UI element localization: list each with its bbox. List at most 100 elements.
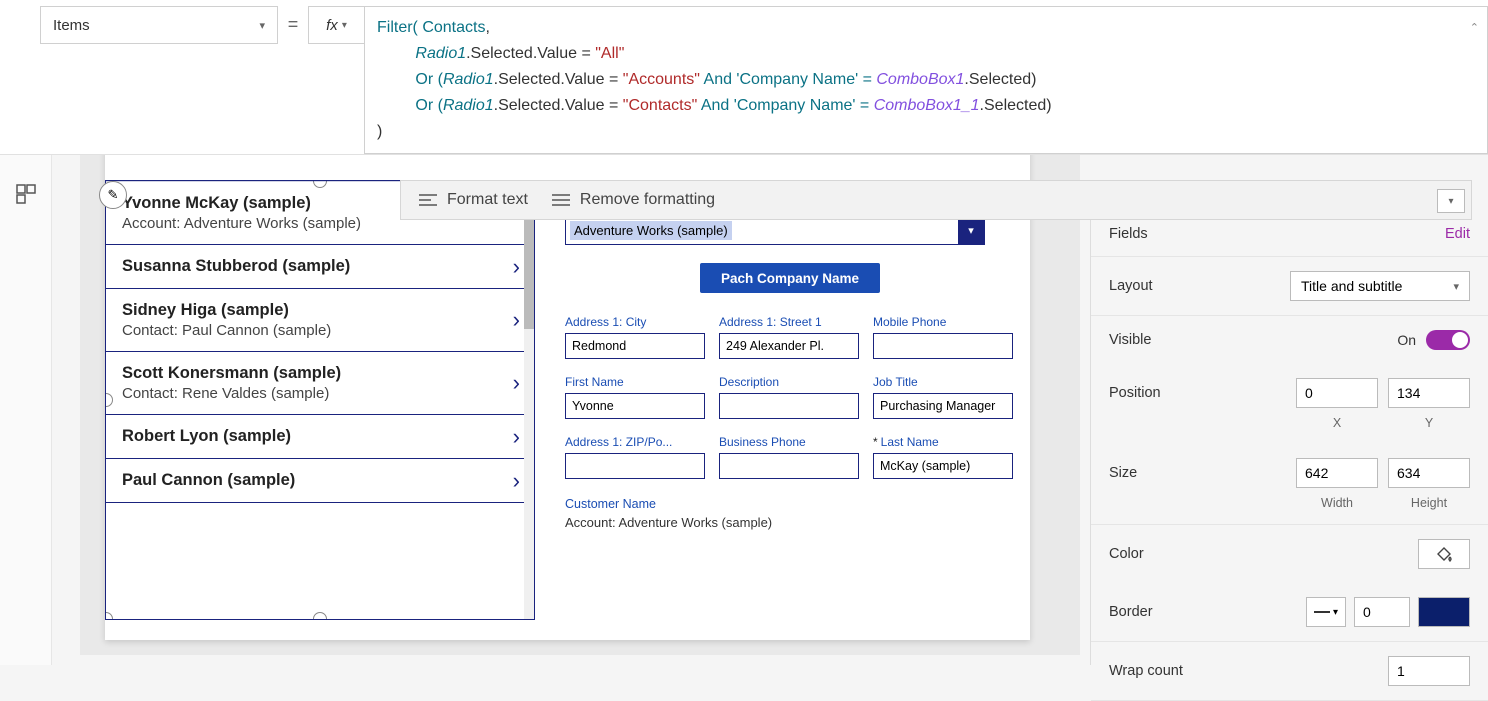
chevron-right-icon: ›: [513, 468, 520, 494]
field-first-name: First Name: [565, 375, 705, 419]
field-label: Address 1: Street 1: [719, 315, 859, 329]
last-name-input[interactable]: [873, 453, 1013, 479]
formula-format-bar: Format text Remove formatting ▾: [400, 180, 1472, 220]
gallery-control[interactable]: Yvonne McKay (sample)Account: Adventure …: [105, 180, 535, 620]
chevron-down-icon: ▾: [1453, 280, 1459, 293]
list-item[interactable]: Scott Konersmann (sample) Contact: Rene V…: [106, 352, 534, 415]
remove-formatting-icon: [552, 193, 570, 207]
field-label: Address 1: City: [565, 315, 705, 329]
mobile-input[interactable]: [873, 333, 1013, 359]
field-label: Business Phone: [719, 435, 859, 449]
list-item-title: Sidney Higa (sample): [122, 301, 494, 320]
formula-bar-expand-dropdown[interactable]: ▾: [1437, 189, 1465, 213]
scrollbar-track[interactable]: [524, 181, 534, 619]
edit-fields-link[interactable]: Edit: [1445, 226, 1470, 242]
formula-bar: Items ▾ = fx ▾ Filter( Contacts, Radio1.…: [0, 0, 1488, 155]
layout-dropdown[interactable]: Title and subtitle ▾: [1290, 271, 1470, 301]
x-sublabel: X: [1296, 416, 1378, 430]
field-mobile: Mobile Phone: [873, 315, 1013, 359]
chevron-right-icon: ›: [513, 370, 520, 396]
first-name-input[interactable]: [565, 393, 705, 419]
prop-label: Fields: [1109, 226, 1148, 242]
description-input[interactable]: [719, 393, 859, 419]
selection-handle[interactable]: [105, 612, 113, 620]
chevron-down-icon: ▾: [342, 20, 347, 31]
app-preview: All Accounts Contacts ✎ Yvonne McKay (sa…: [105, 95, 1030, 640]
border-style-dropdown[interactable]: ▾: [1306, 597, 1346, 627]
selection-handle[interactable]: [313, 612, 327, 620]
prop-visible: Visible On: [1091, 316, 1488, 364]
combobox-value: Adventure Works (sample): [570, 221, 732, 240]
field-job-title: Job Title: [873, 375, 1013, 419]
list-item[interactable]: Sidney Higa (sample)Contact: Paul Cannon…: [106, 289, 534, 352]
edit-pencil-icon[interactable]: ✎: [99, 181, 127, 209]
chevron-right-icon: ›: [513, 307, 520, 333]
fx-button[interactable]: fx ▾: [308, 6, 364, 44]
visible-toggle[interactable]: [1426, 330, 1470, 350]
format-text-button[interactable]: Format text: [419, 191, 528, 209]
border-width-input[interactable]: [1354, 597, 1410, 627]
list-item[interactable]: Susanna Stubberod (sample) ›: [106, 245, 534, 289]
prop-label: Size: [1109, 465, 1137, 481]
list-item[interactable]: Robert Lyon (sample) ›: [106, 415, 534, 459]
remove-formatting-label: Remove formatting: [580, 191, 715, 209]
list-item-title: Paul Cannon (sample): [122, 471, 494, 490]
property-dropdown[interactable]: Items ▾: [40, 6, 278, 44]
customer-name-value: Account: Adventure Works (sample): [565, 515, 1015, 530]
patch-button-label: Pach Company Name: [721, 271, 859, 286]
list-item-title: Robert Lyon (sample): [122, 427, 494, 446]
height-sublabel: Height: [1388, 496, 1470, 510]
paint-bucket-icon: [1435, 546, 1453, 562]
visible-state: On: [1397, 332, 1416, 348]
prop-position: Position XY: [1091, 364, 1488, 444]
color-picker[interactable]: [1418, 539, 1470, 569]
size-width-input[interactable]: [1296, 458, 1378, 488]
field-label: First Name: [565, 375, 705, 389]
business-phone-input[interactable]: [719, 453, 859, 479]
components-icon[interactable]: [14, 182, 38, 206]
field-label: *Last Name: [873, 435, 1013, 449]
wrap-count-input[interactable]: [1388, 656, 1470, 686]
field-business-phone: Business Phone: [719, 435, 859, 479]
prop-size: Size WidthHeight: [1091, 444, 1488, 525]
collapse-icon[interactable]: ⌃: [1470, 15, 1479, 41]
field-description: Description: [719, 375, 859, 419]
city-input[interactable]: [565, 333, 705, 359]
field-zip: Address 1: ZIP/Po...: [565, 435, 705, 479]
list-item-subtitle: Contact: Rene Valdes (sample): [122, 385, 494, 402]
chevron-down-icon[interactable]: ▾: [958, 216, 984, 244]
patch-company-button[interactable]: Pach Company Name: [700, 263, 880, 293]
fx-label: fx: [326, 17, 338, 34]
zip-input[interactable]: [565, 453, 705, 479]
size-height-input[interactable]: [1388, 458, 1470, 488]
chevron-right-icon: ›: [513, 424, 520, 450]
prop-label: Position: [1109, 385, 1161, 401]
field-label: Address 1: ZIP/Po...: [565, 435, 705, 449]
prop-layout: Layout Title and subtitle ▾: [1091, 257, 1488, 316]
prop-wrap-count: Wrap count: [1091, 642, 1488, 701]
list-item-title: Scott Konersmann (sample): [122, 364, 494, 383]
border-color-picker[interactable]: [1418, 597, 1470, 627]
format-text-label: Format text: [447, 191, 528, 209]
chevron-right-icon: ›: [513, 254, 520, 280]
prop-label: Wrap count: [1109, 663, 1183, 679]
detail-form: Adventure Works (sample) ▾ Pach Company …: [565, 215, 1015, 530]
field-last-name: *Last Name: [873, 435, 1013, 479]
position-y-input[interactable]: [1388, 378, 1470, 408]
y-sublabel: Y: [1388, 416, 1470, 430]
position-x-input[interactable]: [1296, 378, 1378, 408]
chevron-down-icon: ▾: [259, 19, 265, 32]
list-item[interactable]: Paul Cannon (sample) ›: [106, 459, 534, 503]
prop-label: Color: [1109, 546, 1144, 562]
format-text-icon: [419, 193, 437, 207]
formula-editor[interactable]: Filter( Contacts, Radio1.Selected.Value …: [364, 6, 1488, 154]
equals-sign: =: [278, 0, 308, 35]
field-city: Address 1: City: [565, 315, 705, 359]
list-item-title: Susanna Stubberod (sample): [122, 257, 494, 276]
job-title-input[interactable]: [873, 393, 1013, 419]
field-label: Mobile Phone: [873, 315, 1013, 329]
street-input[interactable]: [719, 333, 859, 359]
prop-border: Border ▾: [1091, 583, 1488, 642]
remove-formatting-button[interactable]: Remove formatting: [552, 191, 715, 209]
prop-color: Color: [1091, 525, 1488, 583]
